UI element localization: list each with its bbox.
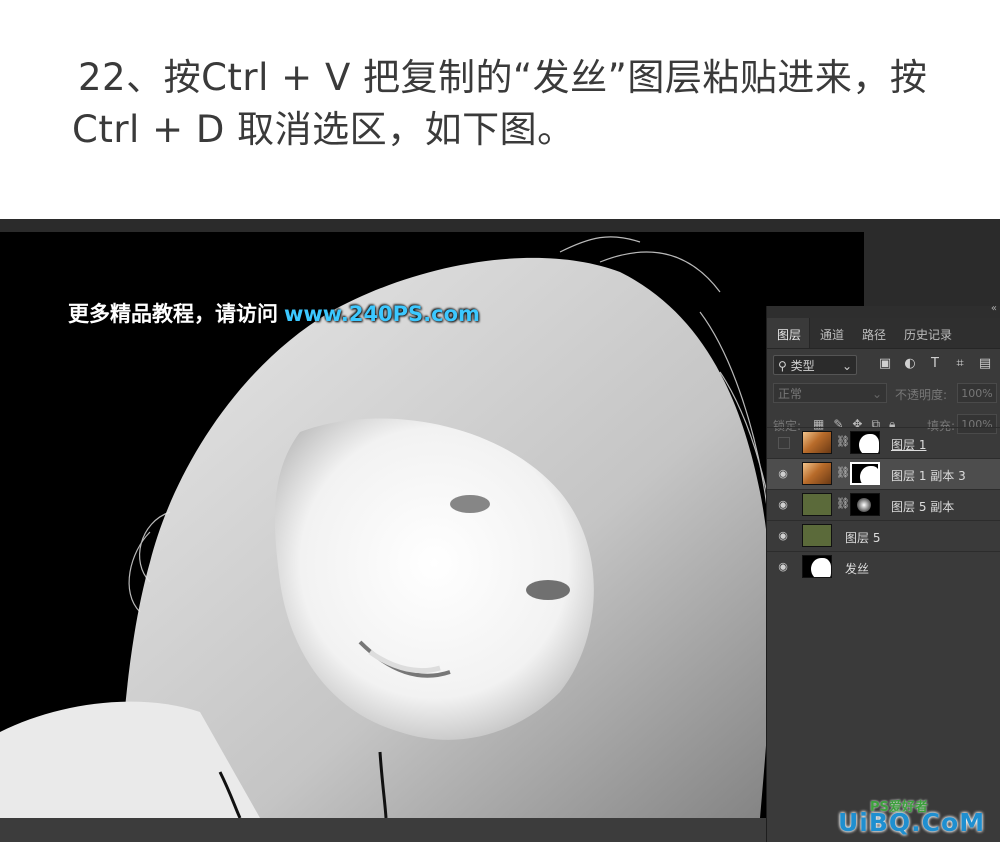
mask-thumbnail[interactable]	[850, 462, 880, 485]
layer-thumbnail	[802, 462, 832, 485]
chevron-down-icon: ⌄	[841, 359, 852, 373]
layer-row[interactable]: ⛓ 图层 1	[767, 427, 1000, 458]
eye-icon[interactable]: ◉	[776, 560, 790, 574]
watermark-url: www.240PS.com	[284, 302, 480, 326]
layer-thumbnail	[802, 555, 832, 578]
link-icon: ⛓	[836, 435, 850, 448]
kind-filter-value: 类型	[790, 359, 815, 373]
link-icon: ⛓	[836, 466, 850, 479]
layer-row[interactable]: ◉ 图层 5	[767, 520, 1000, 551]
shape-filter-icon[interactable]: ⌗	[952, 355, 968, 373]
opacity-label: 不透明度:	[895, 388, 948, 402]
panel-header-bar: «	[767, 303, 1000, 318]
mask-thumbnail[interactable]	[850, 431, 880, 454]
filter-icons: ▣ ◐ T ⌗ ▤	[877, 355, 993, 373]
layer-thumbnail	[802, 431, 832, 454]
layer-thumbnail	[802, 493, 832, 516]
search-icon: ⚲	[778, 359, 791, 373]
tutorial-watermark: 更多精品教程，请访问 www.240PS.com	[68, 298, 480, 328]
tab-channels[interactable]: 通道	[810, 318, 852, 348]
layer-kind-filter[interactable]: ⚲ 类型 ⌄	[773, 355, 857, 375]
site-logo: UiBQ.CoM	[838, 808, 986, 837]
visibility-toggle[interactable]	[778, 437, 790, 449]
layer-name: 图层 5	[845, 531, 881, 545]
link-icon: ⛓	[836, 497, 850, 510]
collapse-icon[interactable]: «	[991, 303, 997, 314]
filter-row: ⚲ 类型 ⌄ ▣ ◐ T ⌗ ▤	[767, 349, 1000, 379]
layer-name: 图层 1	[891, 438, 927, 452]
panel-tabs: 图层 通道 路径 历史记录	[767, 318, 1000, 349]
layer-thumbnail	[802, 524, 832, 547]
opacity-input[interactable]: 100%	[957, 383, 997, 403]
layer-name: 图层 1 副本 3	[891, 469, 966, 483]
layer-name: 图层 5 副本	[891, 500, 955, 514]
adjustment-filter-icon[interactable]: ◐	[902, 355, 918, 373]
layers-panel: « 图层 通道 路径 历史记录 ⚲ 类型 ⌄ ▣ ◐ T ⌗ ▤ 正常 ⌄ 不透明度…	[766, 303, 1000, 842]
watermark-text: 更多精品教程，请访问	[68, 302, 278, 326]
blend-mode-value: 正常	[778, 387, 803, 401]
eye-icon[interactable]: ◉	[776, 529, 790, 543]
document-canvas[interactable]: 更多精品教程，请访问 www.240PS.com	[0, 232, 864, 818]
blend-row: 正常 ⌄ 不透明度: 100%	[767, 379, 1000, 409]
type-filter-icon[interactable]: T	[927, 355, 943, 373]
mask-thumbnail[interactable]	[850, 493, 880, 516]
tab-layers[interactable]: 图层	[767, 318, 811, 348]
blend-mode-select[interactable]: 正常 ⌄	[773, 383, 887, 403]
layer-list: ⛓ 图层 1 ◉ ⛓ 图层 1 副本 3 ◉ ⛓ 图层 5 副本 ◉ 图层 5 …	[767, 427, 1000, 582]
caption-line-2: Ctrl + D 取消选区，如下图。	[72, 108, 575, 151]
smart-object-filter-icon[interactable]: ▤	[977, 355, 993, 373]
layer-row[interactable]: ◉ 发丝	[767, 551, 1000, 582]
chevron-down-icon: ⌄	[871, 387, 882, 401]
eye-icon[interactable]: ◉	[776, 498, 790, 512]
tab-history[interactable]: 历史记录	[894, 318, 960, 348]
tutorial-caption: 22、按Ctrl + V 把复制的“发丝”图层粘贴进来，按 Ctrl + D 取…	[72, 52, 952, 156]
caption-line-1: 22、按Ctrl + V 把复制的“发丝”图层粘贴进来，按	[78, 56, 928, 99]
eye-icon[interactable]: ◉	[776, 467, 790, 481]
layer-row[interactable]: ◉ ⛓ 图层 1 副本 3	[767, 458, 1000, 489]
layer-row[interactable]: ◉ ⛓ 图层 5 副本	[767, 489, 1000, 520]
tab-paths[interactable]: 路径	[852, 318, 894, 348]
pixel-filter-icon[interactable]: ▣	[877, 355, 893, 373]
layer-name: 发丝	[845, 562, 870, 576]
